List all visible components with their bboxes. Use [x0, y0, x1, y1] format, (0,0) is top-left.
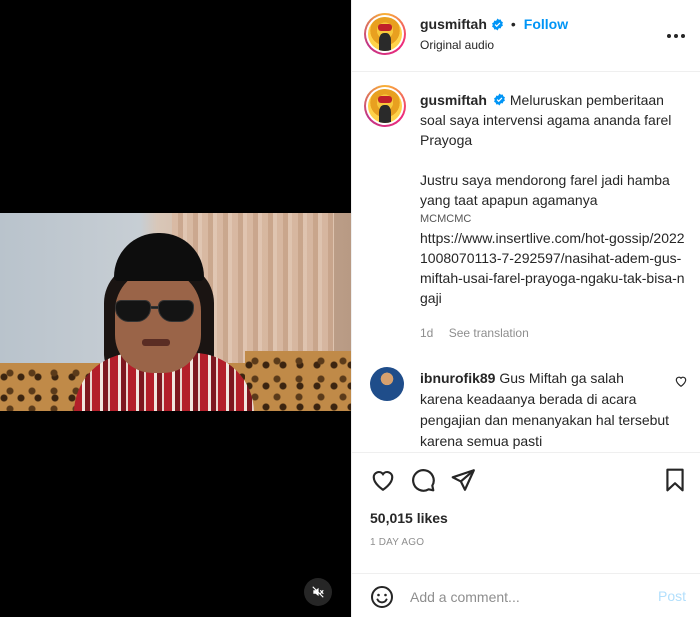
caption-link[interactable]: https://www.insertlive.com/hot-gossip/20… [420, 228, 690, 308]
share-icon[interactable] [450, 467, 476, 493]
caption-text: gusmiftah Meluruskan pemberitaan soal sa… [420, 90, 690, 308]
commenter-username[interactable]: ibnurofik89 [420, 370, 495, 386]
person-mouth [142, 339, 170, 346]
likes-count[interactable]: 50,015 likes [370, 510, 448, 526]
comment-item: ibnurofik89 Gus Miftah ga salah karena k… [352, 362, 700, 452]
caption-line-2: Justru saya mendorong farel jadi hamba y… [420, 172, 670, 208]
caption-tag: MCMCMC [420, 213, 472, 225]
post-actions: 50,015 likes 1 DAY AGO Post [352, 452, 700, 617]
audio-link[interactable]: Original audio [420, 38, 494, 52]
caption-age: 1d [420, 326, 434, 340]
heart-icon[interactable] [370, 467, 396, 493]
see-translation-link[interactable]: See translation [449, 326, 529, 340]
author-username[interactable]: gusmiftah [420, 16, 487, 32]
comment-text: ibnurofik89 Gus Miftah ga salah karena k… [420, 368, 670, 452]
verified-badge-icon [491, 18, 503, 30]
video-player[interactable] [0, 213, 351, 411]
add-comment-bar: Post [352, 573, 700, 617]
caption-meta: 1d See translation [420, 326, 529, 340]
caption-author-avatar[interactable] [364, 85, 406, 127]
post-caption: gusmiftah Meluruskan pemberitaan soal sa… [352, 72, 700, 350]
author-name-row: gusmiftah • Follow [420, 16, 568, 32]
comment-input[interactable] [410, 586, 630, 608]
author-avatar[interactable] [364, 13, 406, 55]
comment-icon[interactable] [410, 467, 436, 493]
mute-toggle-button[interactable] [304, 578, 332, 606]
details-panel: gusmiftah • Follow Original audio gusmif… [351, 0, 700, 617]
leopard-cushion-right [245, 351, 351, 411]
commenter-avatar[interactable] [370, 367, 404, 401]
media-panel [0, 0, 351, 617]
comment-like-heart-icon[interactable] [674, 374, 688, 388]
separator-dot: • [510, 16, 516, 32]
muted-speaker-icon [312, 586, 324, 598]
sunglasses [113, 300, 195, 322]
follow-button[interactable]: Follow [524, 16, 568, 32]
verified-badge-icon [493, 93, 505, 106]
bookmark-icon[interactable] [662, 467, 688, 493]
post-time: 1 DAY AGO [370, 537, 425, 548]
post-comment-button[interactable]: Post [658, 588, 686, 604]
emoji-icon[interactable] [370, 585, 394, 609]
post-header: gusmiftah • Follow Original audio [352, 0, 700, 72]
post-dialog: gusmiftah • Follow Original audio gusmif… [0, 0, 700, 617]
caption-username[interactable]: gusmiftah [420, 92, 487, 108]
more-options-icon[interactable] [664, 24, 688, 48]
